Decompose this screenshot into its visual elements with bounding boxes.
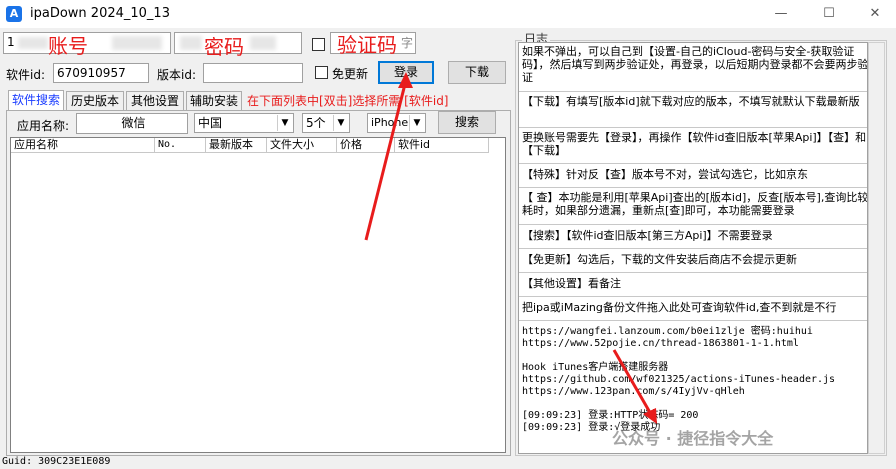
status-guid: Guid: 309C23E1E089 bbox=[2, 456, 111, 467]
red-arrow-to-success bbox=[612, 349, 654, 417]
red-arrow-to-login bbox=[364, 79, 408, 241]
watermark: 公众号 · 捷径指令大全 bbox=[612, 429, 774, 448]
arrow-head-icon bbox=[398, 72, 413, 88]
annotation-arrows bbox=[364, 72, 657, 424]
